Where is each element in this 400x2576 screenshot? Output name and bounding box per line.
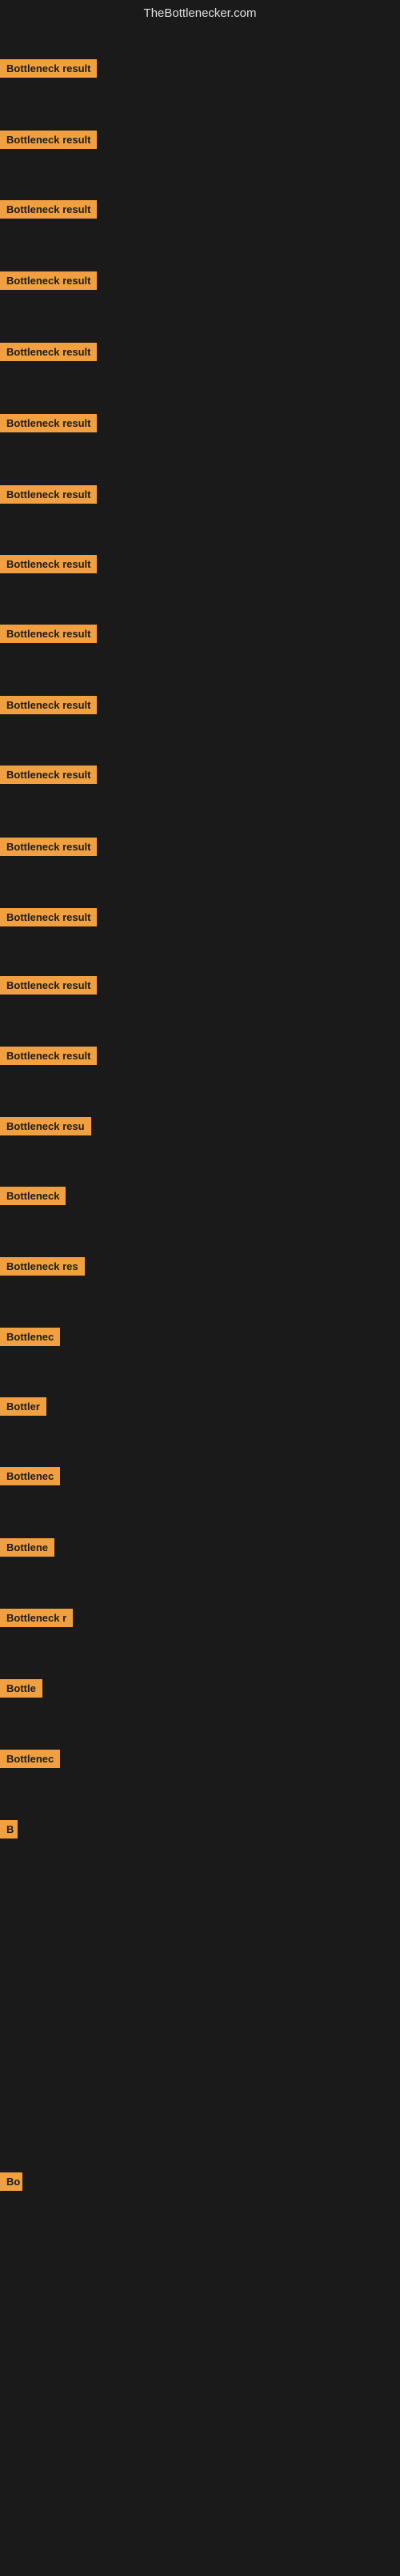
bottleneck-item[interactable]: Bottleneck result [0,625,97,647]
bottleneck-badge[interactable]: Bottlenec [0,1328,60,1346]
bottleneck-item[interactable]: Bottler [0,1397,46,1420]
bottleneck-item[interactable]: Bottleneck result [0,131,97,153]
bottleneck-item[interactable]: Bottleneck result [0,343,97,365]
bottleneck-item[interactable]: Bottleneck res [0,1257,85,1280]
bottleneck-badge[interactable]: Bottlenec [0,1750,60,1768]
bottleneck-badge[interactable]: Bottlene [0,1538,54,1557]
bottleneck-badge[interactable]: Bottleneck [0,1187,66,1205]
bottleneck-badge[interactable]: Bottleneck res [0,1257,85,1276]
bottleneck-item[interactable]: Bottle [0,1679,42,1702]
bottleneck-badge[interactable]: Bottleneck result [0,696,97,714]
bottleneck-badge[interactable]: Bottleneck result [0,908,97,926]
bottleneck-badge[interactable]: Bottlenec [0,1467,60,1485]
bottleneck-badge[interactable]: Bottleneck r [0,1609,73,1627]
bottleneck-badge[interactable]: Bottleneck result [0,343,97,361]
bottleneck-item[interactable]: Bottleneck result [0,59,97,82]
bottleneck-item[interactable]: Bottlenec [0,1328,60,1350]
bottleneck-badge[interactable]: Bottleneck result [0,976,97,995]
bottleneck-item[interactable]: Bottlene [0,1538,54,1561]
bottleneck-item[interactable]: Bottleneck result [0,271,97,294]
bottleneck-item[interactable]: Bottleneck result [0,200,97,223]
bottleneck-item[interactable]: Bottleneck [0,1187,66,1209]
bottleneck-item[interactable]: Bottleneck result [0,908,97,930]
bottleneck-badge[interactable]: Bottleneck result [0,1047,97,1065]
bottleneck-badge[interactable]: Bottleneck result [0,200,97,219]
bottleneck-item[interactable]: Bottleneck result [0,555,97,577]
bottleneck-item[interactable]: Bo [0,2172,22,2195]
bottleneck-badge[interactable]: Bo [0,2172,22,2191]
bottleneck-item[interactable]: Bottlenec [0,1467,60,1489]
bottleneck-item[interactable]: Bottleneck result [0,485,97,508]
bottleneck-badge[interactable]: Bottleneck result [0,271,97,290]
bottleneck-badge[interactable]: Bottleneck result [0,485,97,504]
bottleneck-item[interactable]: Bottleneck r [0,1609,73,1631]
bottleneck-badge[interactable]: Bottler [0,1397,46,1416]
bottleneck-badge[interactable]: Bottleneck resu [0,1117,91,1135]
bottleneck-item[interactable]: Bottlenec [0,1750,60,1772]
bottleneck-badge[interactable]: Bottleneck result [0,131,97,149]
bottleneck-item[interactable]: Bottleneck result [0,976,97,999]
bottleneck-badge[interactable]: Bottleneck result [0,59,97,78]
site-header: TheBottlenecker.com [0,0,400,30]
bottleneck-badge[interactable]: Bottleneck result [0,625,97,643]
bottleneck-item[interactable]: Bottleneck result [0,414,97,436]
bottleneck-badge[interactable]: Bottleneck result [0,838,97,856]
bottleneck-badge[interactable]: Bottle [0,1679,42,1698]
bottleneck-item[interactable]: B [0,1820,18,1843]
bottleneck-badge[interactable]: Bottleneck result [0,414,97,432]
bottleneck-item[interactable]: Bottleneck result [0,696,97,718]
bottleneck-badge[interactable]: Bottleneck result [0,555,97,573]
bottleneck-badge[interactable]: Bottleneck result [0,766,97,784]
bottleneck-badge[interactable]: B [0,1820,18,1839]
bottleneck-item[interactable]: Bottleneck resu [0,1117,91,1139]
site-title: TheBottlenecker.com [144,6,257,20]
bottleneck-item[interactable]: Bottleneck result [0,838,97,860]
bottleneck-item[interactable]: Bottleneck result [0,766,97,788]
bottleneck-item[interactable]: Bottleneck result [0,1047,97,1069]
